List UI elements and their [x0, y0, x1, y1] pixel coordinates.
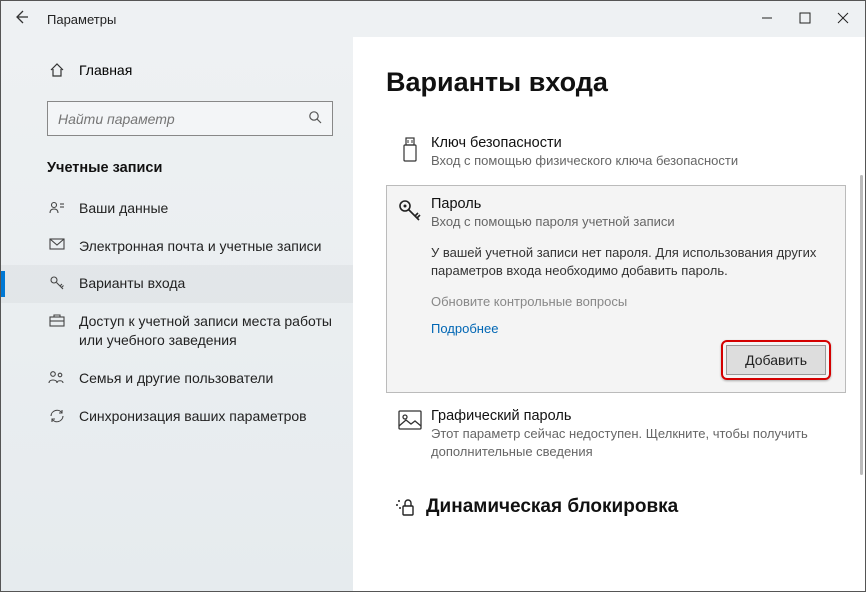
sidebar-item-label: Доступ к учетной записи места работы или… — [79, 312, 343, 351]
window-title: Параметры — [47, 12, 757, 27]
sidebar-item-your-info[interactable]: Ваши данные — [1, 190, 353, 228]
option-title: Ключ безопасности — [431, 135, 837, 151]
maximize-button[interactable] — [795, 12, 815, 27]
option-title: Графический пароль — [431, 408, 837, 424]
option-security-key[interactable]: Ключ безопасности Вход с помощью физичес… — [386, 124, 846, 181]
sync-icon — [47, 408, 67, 424]
add-button-highlight: Добавить — [721, 340, 831, 380]
option-title: Пароль — [431, 196, 837, 212]
home-link[interactable]: Главная — [1, 55, 353, 89]
add-button[interactable]: Добавить — [726, 345, 826, 375]
key-icon — [47, 275, 67, 291]
sidebar-item-label: Ваши данные — [79, 199, 168, 219]
dynamic-lock-title: Динамическая блокировка — [426, 496, 678, 518]
sidebar-item-email[interactable]: Электронная почта и учетные записи — [1, 228, 353, 266]
sidebar-section-title: Учетные записи — [1, 154, 353, 190]
option-password[interactable]: Пароль Вход с помощью пароля учетной зап… — [386, 185, 846, 394]
picture-icon — [393, 408, 427, 460]
sidebar-item-work-access[interactable]: Доступ к учетной записи места работы или… — [1, 303, 353, 360]
sidebar-item-family[interactable]: Семья и другие пользователи — [1, 360, 353, 398]
minimize-icon — [761, 12, 773, 24]
key-large-icon — [393, 196, 427, 337]
sidebar-item-sync[interactable]: Синхронизация ваших параметров — [1, 398, 353, 436]
sidebar-item-signin-options[interactable]: Варианты входа — [1, 265, 353, 303]
dynamic-lock-heading: Динамическая блокировка — [386, 496, 855, 518]
update-questions-link[interactable]: Обновите контрольные вопросы — [431, 294, 837, 309]
titlebar: Параметры — [1, 1, 865, 37]
sidebar: Главная Учетные записи Ваши данные — [1, 37, 353, 591]
home-label: Главная — [79, 62, 132, 78]
sidebar-item-label: Электронная почта и учетные записи — [79, 237, 321, 257]
close-button[interactable] — [833, 12, 853, 27]
people-icon — [47, 370, 67, 384]
close-icon — [837, 12, 849, 24]
sidebar-item-label: Семья и другие пользователи — [79, 369, 273, 389]
arrow-left-icon — [13, 9, 29, 25]
maximize-icon — [799, 12, 811, 24]
search-box[interactable] — [47, 101, 333, 136]
minimize-button[interactable] — [757, 12, 777, 27]
person-badge-icon — [47, 200, 67, 214]
option-desc: Вход с помощью физического ключа безопас… — [431, 152, 837, 170]
sidebar-item-label: Варианты входа — [79, 274, 185, 294]
page-title: Варианты входа — [386, 67, 855, 98]
option-desc: Вход с помощью пароля учетной записи — [431, 213, 837, 231]
scrollbar-thumb[interactable] — [860, 175, 863, 475]
search-icon — [308, 110, 322, 127]
search-input[interactable] — [58, 111, 308, 127]
sidebar-item-label: Синхронизация ваших параметров — [79, 407, 307, 427]
mail-icon — [47, 238, 67, 250]
dynamic-lock-icon — [392, 497, 420, 517]
back-button[interactable] — [13, 9, 29, 30]
home-icon — [49, 62, 65, 83]
settings-window: Параметры Главная Уч — [0, 0, 866, 592]
learn-more-link[interactable]: Подробнее — [431, 321, 837, 336]
option-desc: Этот параметр сейчас недоступен. Щелкнит… — [431, 425, 837, 460]
briefcase-icon — [47, 313, 67, 327]
usb-key-icon — [393, 135, 427, 170]
password-info-text: У вашей учетной записи нет пароля. Для и… — [431, 244, 837, 280]
main-panel: Варианты входа Ключ безопасности Вход с … — [353, 37, 865, 591]
option-picture-password[interactable]: Графический пароль Этот параметр сейчас … — [386, 397, 846, 471]
